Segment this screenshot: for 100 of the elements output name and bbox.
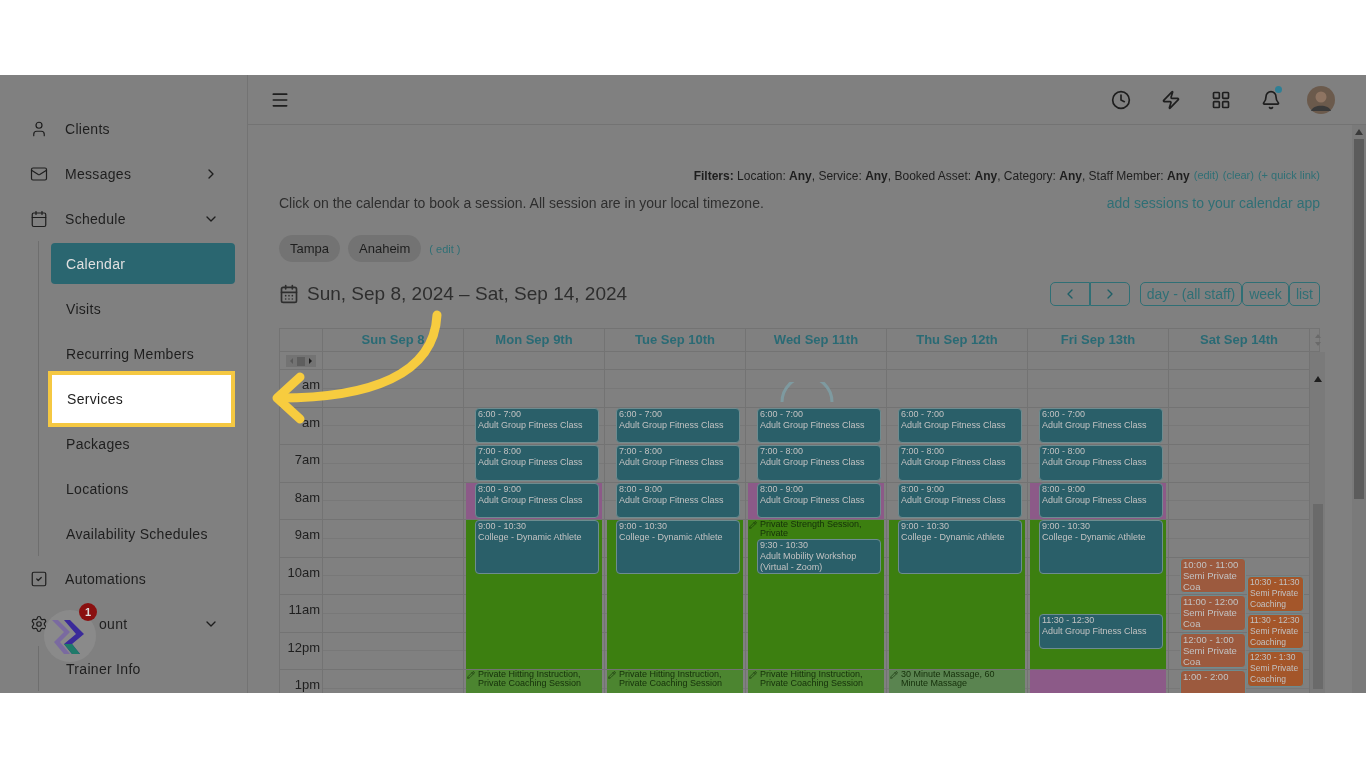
event-title: Adult Group Fitness Class <box>478 457 584 468</box>
event-title: Adult Group Fitness Class <box>760 457 866 468</box>
event-title: Adult Group Fitness Class <box>1042 457 1148 468</box>
date-range: Sun, Sep 8, 2024 – Sat, Sep 14, 2024 <box>307 283 629 305</box>
calendar-event[interactable]: 9:00 - 10:30 College - Dynamic Athlete <box>898 520 1022 575</box>
bell-icon[interactable] <box>1261 89 1281 110</box>
availability-label: Private Hitting Instruction, Private Coaching Session <box>760 670 865 688</box>
availability-block[interactable]: 9:00 - 10:30 College - Dynamic Athlete <box>607 520 743 669</box>
scroll-up-icon[interactable] <box>1355 129 1363 135</box>
calendar-event[interactable]: 9:30 - 10:30 Adult Mobility Workshop (Virtual - Zoom) <box>757 538 881 575</box>
submenu-item[interactable]: Trainer Info <box>51 648 235 689</box>
helper-logo[interactable] <box>44 610 96 662</box>
event-time: 9:30 - 10:30 <box>760 539 810 551</box>
calendar-event[interactable]: 7:00 - 8:00 Adult Group Fitness Class <box>898 445 1022 481</box>
event-title: Adult Group Fitness Class <box>760 494 866 506</box>
event-time: 9:00 - 10:30 <box>619 521 669 532</box>
pencil-icon <box>467 671 475 679</box>
calendar-event[interactable]: 7:00 - 8:00 Adult Group Fitness Class <box>1039 445 1163 481</box>
pencil-icon <box>749 671 757 679</box>
calendar-event[interactable]: 8:00 - 9:00 Adult Group Fitness Class <box>898 482 1022 518</box>
calendar-event[interactable]: 6:00 - 7:00 Adult Group Fitness Class <box>898 407 1022 443</box>
mini-scroller-icon <box>286 354 316 367</box>
submenu-item[interactable]: Calendar <box>51 243 235 284</box>
hour-label: 9am <box>280 519 322 557</box>
event-time: 7:00 - 8:00 <box>1042 446 1087 457</box>
sidebar-item[interactable]: Clients <box>65 120 110 137</box>
highlighted-menu-item[interactable]: Services <box>48 370 235 427</box>
availability-block[interactable]: Private Hitting Instruction, Private Coaching Session <box>748 670 884 693</box>
availability-block[interactable]: Private Hitting Instruction, Private Coaching Session <box>607 670 743 693</box>
calendar-event[interactable]: 11:30 - 12:30 Semi Private Coaching <box>1247 613 1304 650</box>
calendar-event[interactable]: 6:00 - 7:00 Adult Group Fitness Class <box>1039 407 1163 443</box>
calendar-event[interactable]: 10:00 - 11:00 Semi Private Coa <box>1180 557 1246 593</box>
lightning-icon[interactable] <box>1161 89 1181 110</box>
event-title: Adult Group Fitness Class <box>901 419 1007 431</box>
scroll-up-icon[interactable] <box>1313 376 1322 382</box>
calendar-event[interactable]: 6:00 - 7:00 Adult Group Fitness Class <box>475 407 599 443</box>
event-title: Adult Group Fitness Class <box>1042 419 1148 431</box>
calendar-event[interactable]: 12:00 - 1:00 Semi Private Coa <box>1180 632 1246 668</box>
event-title: Semi Private Coa <box>1183 644 1238 667</box>
event-time: 1:00 - 2:00 <box>1183 671 1230 682</box>
calendar-event[interactable]: 1:00 - 2:00 <box>1180 670 1246 693</box>
calendar-event[interactable]: 9:00 - 10:30 College - Dynamic Athlete <box>475 520 599 575</box>
day-header: Sun Sep 8 <box>323 329 464 351</box>
availability-block[interactable]: Private Hitting Instruction, Private Coaching Session <box>466 670 602 693</box>
filters-text: Filters: Location: Any, Service: Any, Booked Asset: Any, Category: Any, Staff Member: Any <box>693 169 1190 183</box>
availability-label: Private Strength Session, Private <box>760 520 863 538</box>
calendar-event[interactable]: 8:00 - 9:00 Adult Group Fitness Class <box>616 482 740 518</box>
availability-block[interactable]: 9:00 - 10:30 College - Dynamic Athlete <box>889 520 1025 669</box>
calendar-event[interactable]: 12:30 - 1:30 Semi Private Coaching <box>1247 651 1304 687</box>
event-time: 7:00 - 8:00 <box>619 446 664 457</box>
event-time: 7:00 - 8:00 <box>478 446 523 457</box>
clock-icon[interactable] <box>1111 89 1131 110</box>
user-icon <box>30 119 48 138</box>
calendar-event[interactable]: 7:00 - 8:00 Adult Group Fitness Class <box>475 445 599 481</box>
day-header: Mon Sep 9th <box>464 329 605 351</box>
availability-block[interactable]: 30 Minute Massage, 60 Minute Massage <box>889 670 1025 693</box>
calendar-event[interactable]: 9:00 - 10:30 College - Dynamic Athlete <box>1039 520 1163 575</box>
submenu-item[interactable]: Availability Schedules <box>51 513 235 554</box>
avatar[interactable] <box>1307 85 1335 114</box>
calendar-event[interactable]: 10:30 - 11:30 Semi Private Coaching <box>1247 576 1304 612</box>
event-title: College - Dynamic Athlete <box>901 532 1006 543</box>
event-title: Semi Private Coaching <box>1250 663 1300 686</box>
day-header: Wed Sep 11th <box>746 329 887 351</box>
availability-block[interactable]: Private Strength Session, Private 9:30 - 10:30 Adult Mobility Workshop (Virtual - Zoom) <box>748 520 884 669</box>
event-time: 8:00 - 9:00 <box>619 483 664 495</box>
intro-text: Click on the calendar to book a session. All session are in your local timezone. <box>279 195 764 211</box>
event-title: Adult Group Fitness Class <box>1042 494 1148 506</box>
event-title: Adult Group Fitness Class <box>901 457 1007 468</box>
hour-label: 12pm <box>280 631 322 669</box>
submenu-item[interactable]: Visits <box>51 288 235 329</box>
event-time: 10:30 - 11:30 <box>1250 577 1301 589</box>
sidebar-item[interactable]: Automations <box>65 570 147 587</box>
calendar-event[interactable]: 6:00 - 7:00 Adult Group Fitness Class <box>757 407 881 443</box>
event-time: 6:00 - 7:00 <box>760 408 805 420</box>
location-chip[interactable]: Anaheim <box>348 235 422 262</box>
calendar-event[interactable]: 6:00 - 7:00 Adult Group Fitness Class <box>616 407 740 443</box>
event-title: Adult Group Fitness Class <box>901 494 1007 506</box>
hour-label: am <box>280 406 322 444</box>
sidebar-item[interactable]: Messages <box>65 165 132 182</box>
event-title: College - Dynamic Athlete <box>1042 532 1147 543</box>
availability-block[interactable]: 9:00 - 10:30 College - Dynamic Athlete 11:30 - 12:30 Adult Group Fitness Class <box>1030 520 1166 669</box>
sidebar-item[interactable]: Schedule <box>65 210 126 227</box>
calendar-event[interactable]: 11:00 - 12:00 Semi Private Coa <box>1180 595 1246 631</box>
hour-label: 8am <box>280 481 322 519</box>
scrollbar-thumb[interactable] <box>1354 139 1364 499</box>
calendar-event[interactable]: 11:30 - 12:30 Adult Group Fitness Class <box>1039 613 1163 650</box>
event-title: Adult Group Fitness Class <box>760 419 866 431</box>
location-chip[interactable]: Tampa <box>279 235 341 262</box>
hour-label: 10am <box>280 556 322 594</box>
sidebar-item[interactable]: ount <box>99 615 128 632</box>
availability-block[interactable]: 9:00 - 10:30 College - Dynamic Athlete <box>466 520 602 669</box>
event-time: 6:00 - 7:00 <box>901 408 946 420</box>
grid-icon[interactable] <box>1211 89 1231 110</box>
availability-label: 30 Minute Massage, 60 Minute Massage <box>901 670 996 688</box>
event-title: Adult Group Fitness Class <box>619 419 725 431</box>
submenu-item[interactable]: Locations <box>51 468 235 509</box>
calendar-event[interactable]: 9:00 - 10:30 College - Dynamic Athlete <box>616 520 740 575</box>
calendar-event[interactable]: 7:00 - 8:00 Adult Group Fitness Class <box>757 445 881 481</box>
availability-label: Private Hitting Instruction, Private Coaching Session <box>478 670 583 688</box>
calendar-event[interactable]: 7:00 - 8:00 Adult Group Fitness Class <box>616 445 740 481</box>
